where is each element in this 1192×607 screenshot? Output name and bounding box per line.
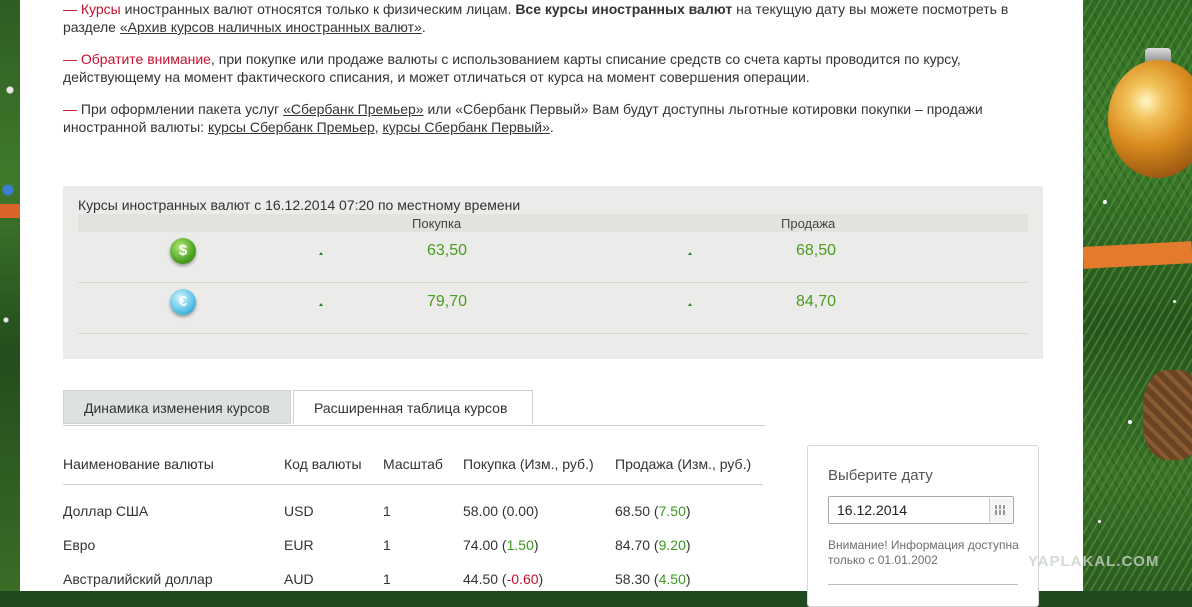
rate-buy-value: 63,50 (427, 242, 468, 259)
snowflake-decoration (1103, 200, 1107, 204)
note-text: При оформлении пакета услуг (77, 101, 284, 117)
calendar-button[interactable] (989, 498, 1012, 522)
note-bold-text: Все курсы иностранных валют (515, 1, 733, 17)
table-header: Наименование валюты Код валюты Масштаб П… (63, 448, 763, 485)
ribbon-decoration (0, 204, 20, 218)
ribbon-decoration (1083, 241, 1192, 269)
buy-change: 0.00 (506, 503, 534, 519)
sell-change: 7.50 (658, 503, 686, 519)
tab-extended-table[interactable]: Расширенная таблица курсов (293, 390, 533, 425)
note-lead: — Обратите внимание (63, 51, 211, 67)
column-header: Покупка (Изм., руб.) (463, 456, 594, 472)
note-text: иностранных валют относятся только к физ… (120, 1, 516, 17)
note-text: . (421, 19, 426, 35)
sell-value: 58.30 (615, 571, 651, 587)
table-row: Евро EUR 1 74.00 (1.50) 84.70 (9.20) (63, 529, 763, 563)
snowflake-decoration (1173, 300, 1176, 303)
rate-row-usd: $ 63,50 68,50 (78, 232, 1028, 283)
trend-up-icon (688, 303, 692, 306)
first-rates-link[interactable]: курсы Сбербанк Первый» (383, 119, 550, 135)
rate-sell-value: 84,70 (796, 293, 837, 310)
currency-scale: 1 (383, 571, 391, 587)
sell-header: Продажа (781, 216, 836, 231)
gold-ornament-ball-icon (1108, 60, 1192, 178)
sell-change: 9.20 (658, 537, 686, 553)
calendar-icon (995, 505, 1007, 515)
buy-cell: 44.50 (-0.60) (463, 571, 544, 587)
note-paragraph: — Курсы иностранных валют относятся толь… (63, 0, 1013, 36)
currency-code: EUR (284, 537, 314, 553)
snowflake-decoration (1098, 520, 1101, 523)
currency-notes: — Курсы иностранных валют относятся толь… (63, 0, 1013, 150)
currency-name: Австралийский доллар (63, 571, 213, 587)
page-content: — Курсы иностранных валют относятся толь… (20, 0, 1083, 607)
trend-up-icon (688, 252, 692, 255)
note-lead: — Курсы (63, 1, 121, 17)
rates-tabs: Динамика изменения курсов Расширенная та… (63, 390, 765, 426)
pinecone-icon (1143, 370, 1192, 460)
buy-value: 74.00 (463, 537, 499, 553)
table-row: Доллар США USD 1 58.00 (0.00) 68.50 (7.5… (63, 495, 763, 529)
premier-rates-link[interactable]: курсы Сбербанк Премьер (208, 119, 375, 135)
buy-value: 44.50 (463, 571, 499, 587)
rate-sell-value: 68,50 (796, 242, 837, 259)
buy-change: 1.50 (506, 537, 534, 553)
column-header: Код валюты (284, 456, 362, 472)
buy-value: 58.00 (463, 503, 499, 519)
premier-package-link[interactable]: «Сбербанк Премьер» (283, 101, 423, 117)
sell-value: 84.70 (615, 537, 651, 553)
currency-code: USD (284, 503, 314, 519)
christmas-tree-background-left (0, 0, 20, 591)
rates-title: Курсы иностранных валют с 16.12.2014 07:… (78, 197, 521, 213)
date-picker-label: Выберите дату (828, 467, 933, 484)
buy-change: -0.60 (506, 571, 539, 587)
column-header: Наименование валюты (63, 456, 214, 472)
divider (828, 584, 1018, 585)
currency-scale: 1 (383, 503, 391, 519)
sell-change: 4.50 (658, 571, 686, 587)
column-header: Продажа (Изм., руб.) (615, 456, 752, 472)
tab-rate-dynamics[interactable]: Динамика изменения курсов (63, 390, 291, 424)
buy-header: Покупка (412, 216, 462, 231)
currency-name: Евро (63, 537, 96, 553)
note-paragraph: — Обратите внимание, при покупке или про… (63, 50, 1013, 86)
buy-cell: 74.00 (1.50) (463, 537, 539, 553)
rate-buy-value: 79,70 (427, 293, 468, 310)
euro-coin-icon: € (170, 289, 196, 315)
sell-cell: 58.30 (4.50) (615, 571, 691, 587)
column-header: Масштаб (383, 456, 443, 472)
note-text: , (374, 119, 383, 135)
watermark-text: YAPLAKAL.COM (1028, 553, 1160, 570)
currency-code: AUD (284, 571, 314, 587)
sell-value: 68.50 (615, 503, 651, 519)
note-text: . (549, 119, 554, 135)
archive-rates-link[interactable]: «Архив курсов наличных иностранных валют… (120, 19, 422, 35)
date-field-wrapper (828, 496, 1014, 524)
currency-name: Доллар США (63, 503, 149, 519)
snowflake-decoration (1128, 420, 1132, 424)
trend-up-icon (319, 303, 323, 306)
note-lead: — (63, 101, 77, 117)
trend-up-icon (319, 252, 323, 255)
sell-cell: 68.50 (7.50) (615, 503, 691, 519)
date-picker-panel: Выберите дату Внимание! Информация досту… (807, 445, 1039, 607)
date-input[interactable] (829, 497, 997, 523)
note-paragraph: — При оформлении пакета услуг «Сбербанк … (63, 100, 1013, 136)
rates-header: Покупка Продажа (78, 214, 1028, 232)
table-row: Австралийский доллар AUD 1 44.50 (-0.60)… (63, 563, 763, 597)
dollar-coin-icon: $ (170, 238, 196, 264)
rate-row-eur: € 79,70 84,70 (78, 283, 1028, 334)
current-rates-panel: Курсы иностранных валют с 16.12.2014 07:… (63, 186, 1043, 359)
currency-scale: 1 (383, 537, 391, 553)
sell-cell: 84.70 (9.20) (615, 537, 691, 553)
date-availability-note: Внимание! Информация доступна только с 0… (828, 538, 1019, 567)
christmas-tree-background-right (1083, 0, 1192, 591)
buy-cell: 58.00 (0.00) (463, 503, 539, 519)
